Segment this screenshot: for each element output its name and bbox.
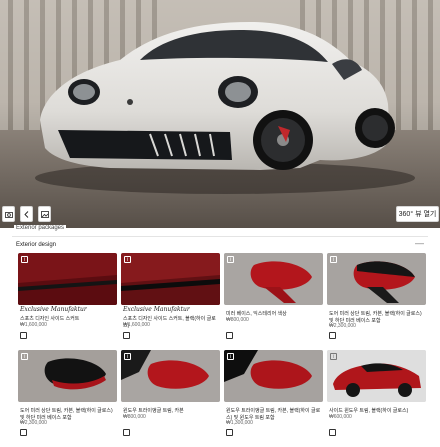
option-checkbox[interactable] — [226, 429, 233, 436]
option-thumbnail: i — [121, 350, 220, 402]
option-card[interactable]: i 도어 미러 상단 트림, 카본, 블랙(하이 글로스) 및 하단 미러 베이… — [18, 350, 117, 446]
photo-icon — [40, 210, 49, 218]
options-panel: Exterior packages Exterior design — i Ex… — [0, 225, 440, 447]
section-label: Exterior packages — [14, 225, 67, 231]
option-thumbnail: i — [224, 253, 323, 305]
option-checkbox[interactable] — [20, 332, 27, 339]
side-skirt-black-image — [121, 253, 220, 305]
open-360-view-button[interactable]: 360° 뷰 열기 — [396, 206, 439, 222]
chevron-left-icon — [23, 210, 28, 218]
info-icon[interactable]: i — [227, 353, 234, 360]
option-checkbox[interactable] — [226, 332, 233, 339]
option-price: ₩1,600,000 — [20, 322, 47, 328]
option-price: ₩2,300,000 — [20, 420, 47, 426]
camera-button[interactable] — [2, 206, 15, 222]
option-price: ₩1,600,000 — [123, 322, 150, 328]
option-checkbox[interactable] — [123, 332, 130, 339]
mirror-black-image — [18, 350, 117, 402]
option-price: ₩2,300,000 — [329, 323, 356, 329]
option-thumbnail: i — [224, 350, 323, 402]
side-skirt-image — [18, 253, 117, 305]
option-script-label: Exclusive Manufaktur — [123, 306, 190, 313]
option-thumbnail: i — [327, 253, 426, 305]
option-checkbox[interactable] — [123, 429, 130, 436]
mirror-carbon-image — [327, 253, 426, 305]
option-checkbox[interactable] — [329, 332, 336, 339]
option-script-label: Exclusive Manufaktur — [20, 306, 87, 313]
option-price: ₩800,000 — [123, 414, 146, 420]
window-triangle-black-image — [224, 350, 323, 402]
car-render — [0, 0, 440, 228]
option-thumbnail: i — [18, 253, 117, 305]
option-thumbnail: i — [121, 253, 220, 305]
photo-button[interactable] — [38, 206, 51, 222]
info-icon[interactable]: i — [227, 256, 234, 263]
side-window-trim-image — [327, 350, 426, 402]
option-price: ₩800,000 — [226, 317, 249, 323]
option-thumbnail: i — [18, 350, 117, 402]
info-icon[interactable]: i — [330, 353, 337, 360]
option-checkbox[interactable] — [329, 429, 336, 436]
option-card[interactable]: i 사이드 윈도우 트림, 블랙(하이 글로스) ₩600,000 — [327, 350, 426, 446]
option-card[interactable]: i 윈도우 트라이앵글 트림, 카본 ₩800,000 — [121, 350, 220, 446]
group-title: Exterior design — [16, 242, 57, 248]
option-card[interactable]: i Exclusive Manufaktur 스포츠 디자인 사이드 스커트, … — [121, 253, 220, 349]
info-icon[interactable]: i — [124, 353, 131, 360]
option-card[interactable]: i 도어 미러 상단 트림, 카본, 블랙(하이 글로스) 및 하단 미러 베이… — [327, 253, 426, 349]
camera-icon — [4, 211, 13, 218]
option-card[interactable]: i Exclusive Manufaktur 스포츠 디자인 사이드 스커트 ₩… — [18, 253, 117, 349]
info-icon[interactable]: i — [330, 256, 337, 263]
option-checkbox[interactable] — [20, 429, 27, 436]
option-card[interactable]: i 윈도우 트라이앵글 트림, 카본, 블랙(하이 글로스) 및 윈도우 트림 … — [224, 350, 323, 446]
option-price: ₩1,300,000 — [226, 420, 253, 426]
mirror-base-image — [224, 253, 323, 305]
exterior-design-group: Exterior design — i Exclusive Manufaktur… — [12, 236, 428, 447]
option-thumbnail: i — [327, 350, 426, 402]
open-360-view-label: 360° 뷰 열기 — [398, 211, 437, 218]
car-hero-image: 360° 뷰 열기 — [0, 0, 440, 228]
info-icon[interactable]: i — [21, 256, 28, 263]
collapse-toggle[interactable]: — — [415, 239, 424, 248]
previous-view-button[interactable] — [20, 206, 33, 222]
option-price: ₩600,000 — [329, 414, 352, 420]
option-card[interactable]: i 미러 베이스, 익스테리어 색상 ₩800,000 — [224, 253, 323, 349]
info-icon[interactable]: i — [124, 256, 131, 263]
window-triangle-image — [121, 350, 220, 402]
info-icon[interactable]: i — [21, 353, 28, 360]
